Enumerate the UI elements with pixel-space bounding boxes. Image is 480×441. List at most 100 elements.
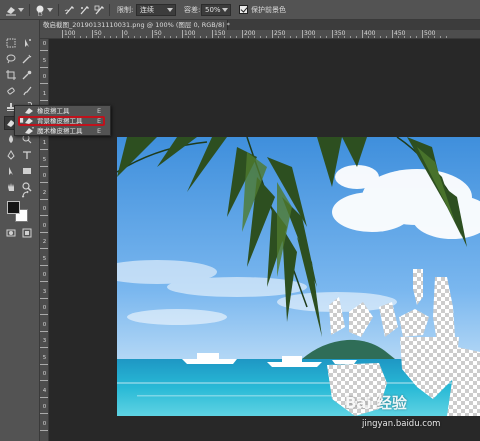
eyedropper-icon[interactable] (20, 68, 34, 82)
healing-brush-icon[interactable] (4, 84, 18, 98)
ruler-minor-tick (374, 36, 375, 38)
ruler-minor-tick (410, 36, 411, 38)
eraser-icon (23, 107, 35, 115)
ruler-minor-tick (380, 36, 381, 38)
ruler-minor-tick (290, 36, 291, 38)
path-selection-icon[interactable] (4, 164, 18, 178)
ruler-major-tick (40, 99, 48, 101)
ruler-label: 3 (42, 288, 47, 295)
ruler-major-tick (62, 30, 63, 38)
swap-colors-icon[interactable] (20, 190, 32, 200)
svg-text:13: 13 (37, 12, 43, 17)
ruler-major-tick (272, 30, 273, 38)
ruler-minor-tick (368, 36, 369, 38)
beach-photo (117, 137, 480, 416)
ruler-major-tick (40, 264, 48, 266)
ruler-label: 0 (42, 206, 47, 212)
background-eraser-icon[interactable] (5, 4, 17, 16)
ruler-minor-tick (236, 36, 237, 38)
ruler-major-tick (40, 165, 48, 167)
ruler-minor-tick (86, 36, 87, 38)
ruler-label: 0 (42, 173, 47, 179)
ruler-minor-tick (158, 36, 159, 38)
default-colors-icon[interactable] (4, 206, 12, 214)
baidu-jingyan-logo: Bai 经验 (345, 394, 407, 412)
chevron-down-icon (167, 8, 173, 12)
rectangle-shape-icon[interactable] (20, 164, 34, 178)
document-tab[interactable]: 敬启截图_20190131110031.png @ 100% (图层 0, RG… (40, 20, 230, 30)
brush-icon[interactable] (20, 84, 34, 98)
pen-icon[interactable] (4, 148, 18, 162)
limits-select-value: 连续 (140, 6, 154, 14)
lasso-icon[interactable] (4, 52, 18, 66)
ruler-label: 1 (42, 90, 47, 97)
ruler-minor-tick (68, 36, 69, 38)
ruler-minor-tick (398, 36, 399, 38)
ruler-label: 0 (42, 305, 47, 311)
type-icon[interactable] (20, 148, 34, 162)
magic-wand-icon[interactable] (20, 52, 34, 66)
ruler-major-tick (40, 363, 48, 365)
quick-mask-icon[interactable] (4, 226, 18, 240)
ruler-major-tick (40, 215, 48, 216)
ruler-major-tick (332, 30, 333, 38)
tolerance-input[interactable]: 50% (201, 4, 231, 16)
ruler-minor-tick (296, 36, 297, 38)
options-bar: 13 限制: 连续 容差: 50% 保护前景色 (0, 0, 480, 20)
sampling-once-icon[interactable] (79, 4, 91, 16)
options-separator (29, 4, 30, 16)
ruler-label: 4 (42, 387, 47, 394)
ruler-minor-tick (206, 36, 207, 38)
ruler-minor-tick (428, 36, 429, 38)
options-separator (58, 4, 59, 16)
toolbox (0, 20, 40, 441)
screen-mode-icon[interactable] (20, 226, 34, 240)
protect-foreground-checkbox[interactable] (239, 5, 248, 14)
ruler-minor-tick (314, 36, 315, 38)
flyout-item-eraser[interactable]: 橡皮擦工具 E (15, 106, 110, 116)
ruler-major-tick (302, 30, 303, 38)
ruler-minor-tick (278, 36, 279, 38)
hand-icon[interactable] (4, 180, 18, 194)
ruler-label: 2 (42, 239, 47, 245)
ruler-label: 5 (42, 255, 47, 262)
ruler-minor-tick (326, 36, 327, 38)
ruler-label: 0 (42, 371, 47, 377)
limits-select[interactable]: 连续 (136, 4, 176, 16)
ruler-minor-tick (200, 36, 201, 38)
ruler-minor-tick (248, 36, 249, 38)
ruler-major-tick (392, 30, 393, 38)
ruler-minor-tick (308, 36, 309, 38)
ruler-minor-tick (80, 36, 81, 38)
ruler-minor-tick (176, 36, 177, 38)
ruler-minor-tick (254, 36, 255, 38)
marquee-icon[interactable] (4, 36, 18, 50)
brush-picker-dropdown-icon[interactable] (47, 4, 53, 16)
tool-preset-dropdown-icon[interactable] (18, 4, 24, 16)
ruler-major-tick (40, 83, 48, 84)
ruler-minor-tick (356, 36, 357, 38)
document-image[interactable] (117, 137, 480, 416)
ruler-minor-tick (284, 36, 285, 38)
sampling-continuous-icon[interactable] (64, 4, 76, 16)
flyout-item-magic-eraser[interactable]: 魔术橡皮擦工具 E (15, 126, 110, 136)
move-icon[interactable] (20, 36, 34, 50)
sampling-swatch-icon[interactable] (94, 4, 106, 16)
ruler-label: 0 (42, 74, 47, 80)
protect-foreground-label: 保护前景色 (251, 6, 286, 14)
selection-highlight (18, 116, 105, 126)
ruler-minor-tick (416, 36, 417, 38)
watermark-url: jingyan.baidu.com (362, 419, 441, 429)
ruler-major-tick (40, 66, 48, 68)
ruler-major-tick (40, 182, 48, 183)
document-tab-bar: 敬启截图_20190131110031.png @ 100% (图层 0, RG… (40, 20, 480, 30)
ruler-major-tick (422, 30, 423, 38)
vertical-ruler: 050100150200250300350400 (40, 39, 49, 441)
crop-icon[interactable] (4, 68, 18, 82)
ruler-major-tick (40, 347, 48, 348)
ruler-label: 5 (42, 57, 47, 64)
ruler-minor-tick (74, 36, 75, 38)
ruler-minor-tick (224, 36, 225, 38)
ruler-major-tick (40, 248, 48, 249)
brush-size-icon[interactable]: 13 (34, 4, 46, 16)
